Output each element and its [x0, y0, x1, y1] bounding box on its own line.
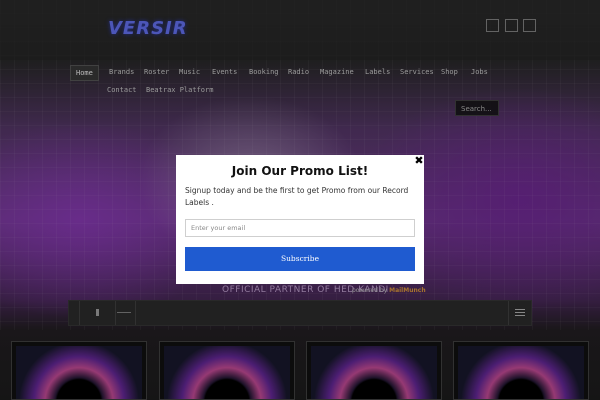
modal-title: Join Our Promo List!	[231, 164, 369, 178]
email-field[interactable]: Enter your email	[185, 219, 415, 237]
modal-description: Signup today and be the first to get Pro…	[185, 186, 409, 207]
close-icon[interactable]: ✖	[412, 154, 426, 168]
promo-modal: Join Our Promo List! Signup today and be…	[176, 155, 424, 284]
subscribe-button[interactable]: Subscribe	[185, 247, 415, 271]
